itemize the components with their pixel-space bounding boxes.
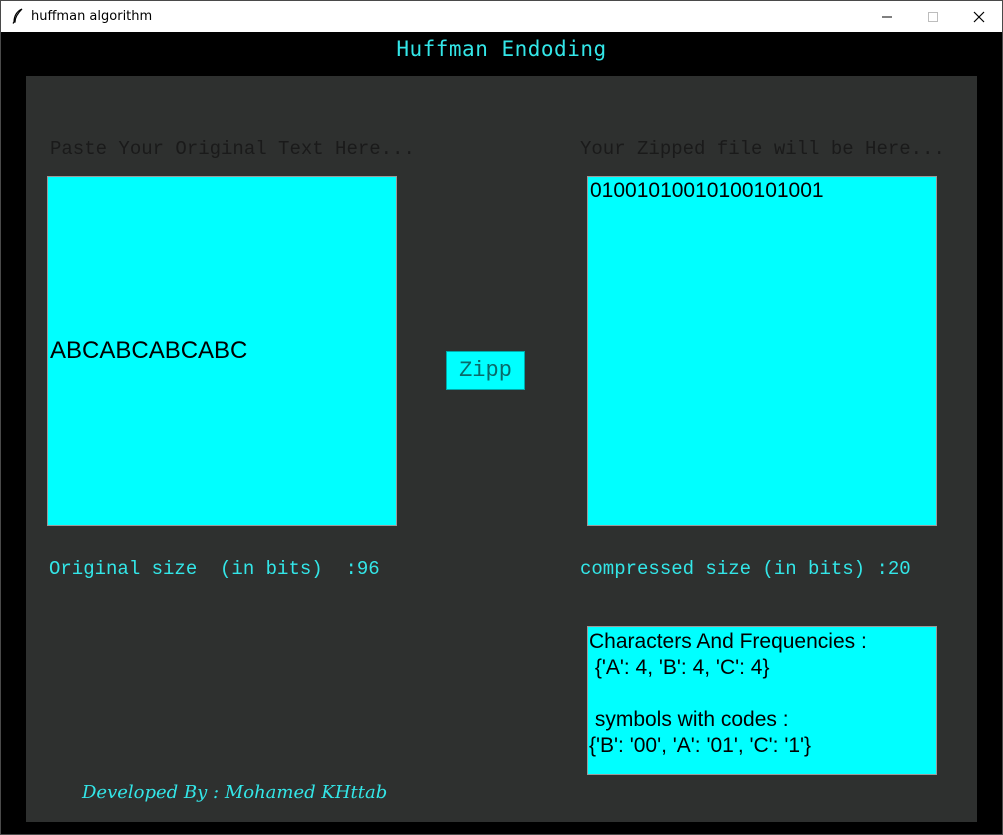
zipped-text-value: 01001010010100101001 [590,179,824,202]
minimize-button[interactable] [864,1,910,32]
frequencies-output[interactable]: Characters And Frequencies : {'A': 4, 'B… [587,626,937,775]
original-size-label: Original size (in bits) :96 [49,558,380,580]
original-text-input[interactable]: ABCABCABCABC [47,176,397,526]
original-text-value: ABCABCABCABC [50,337,248,364]
window-title: huffman algorithm [31,9,153,24]
app-header-title: Huffman Endoding [396,37,607,61]
close-button[interactable] [956,1,1002,32]
original-text-label: Paste Your Original Text Here... [50,138,415,160]
app-window: huffman algorithm Huffman Endoding Paste… [0,0,1003,835]
maximize-button[interactable] [910,1,956,32]
close-icon [973,11,985,22]
main-panel: Paste Your Original Text Here... Your Zi… [26,76,977,822]
zipp-button[interactable]: Zipp [446,351,525,390]
compressed-size-label: compressed size (in bits) :20 [580,558,911,580]
minimize-icon [882,16,892,17]
developer-credit: Developed By : Mohamed KHttab [82,782,388,803]
title-bar[interactable]: huffman algorithm [1,1,1002,32]
zipped-text-label: Your Zipped file will be Here... [580,138,945,160]
zipped-text-output[interactable]: 01001010010100101001 [587,176,937,526]
maximize-icon [928,11,938,22]
feather-icon [12,8,23,24]
